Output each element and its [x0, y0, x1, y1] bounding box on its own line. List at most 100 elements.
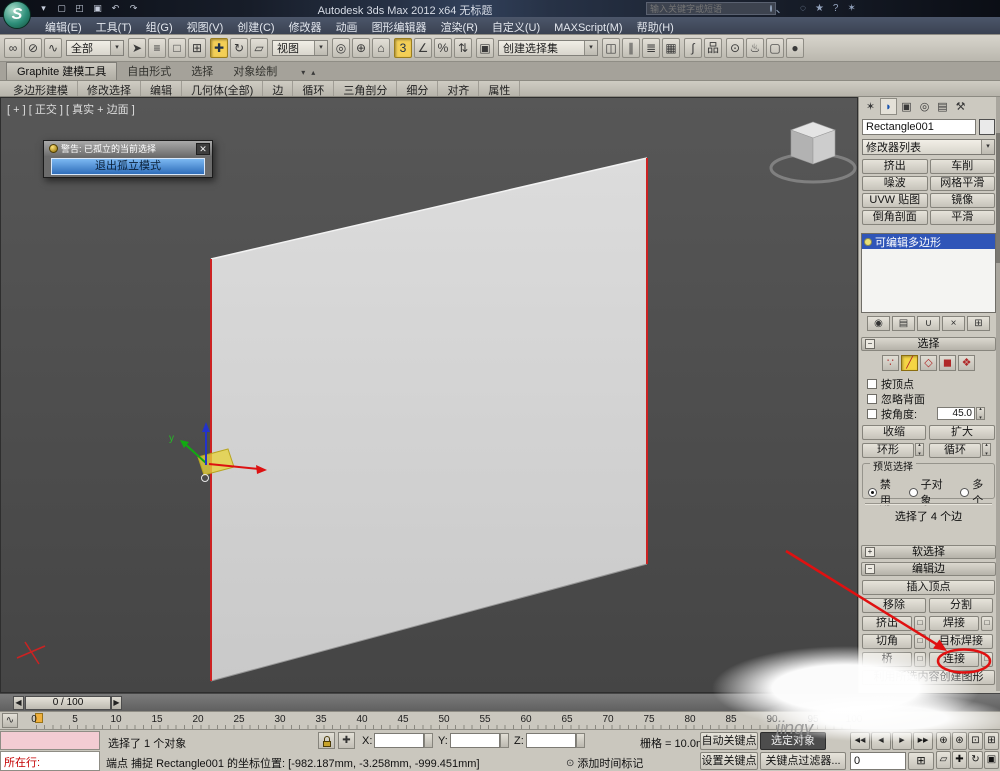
ribbon-panel-label[interactable]: 三角剖分	[334, 81, 397, 96]
key-filters-button[interactable]: 关键点过滤器...	[760, 752, 846, 770]
help-icon[interactable]: ?	[833, 2, 839, 15]
edit-edge-button[interactable]: 移除	[862, 598, 926, 613]
undo-icon[interactable]: ↶	[108, 2, 123, 15]
menu-item[interactable]: 创建(C)	[230, 17, 281, 34]
tab-motion[interactable]: ◎	[916, 98, 933, 115]
make-unique-icon[interactable]: ∪	[917, 316, 940, 331]
spinner-icon[interactable]	[500, 733, 509, 748]
spinner-snap-icon[interactable]: ⇅	[454, 38, 472, 58]
new-scene-icon[interactable]: ▢	[54, 2, 69, 15]
radio-icon[interactable]	[909, 488, 918, 497]
rendered-frame-window-icon[interactable]: ▢	[766, 38, 784, 58]
gizmo-y-axis[interactable]	[185, 444, 206, 463]
select-object-icon[interactable]: ➤	[128, 38, 146, 58]
select-and-manipulate-icon[interactable]: ⊕	[352, 38, 370, 58]
border-mode-icon[interactable]: ◇	[920, 355, 937, 371]
rollout-soft-selection[interactable]: + 软选择	[861, 545, 996, 559]
zoom-region-icon[interactable]: ▱	[936, 751, 951, 769]
coordinate-input[interactable]	[450, 733, 500, 748]
angle-snap-icon[interactable]: ∠	[414, 38, 432, 58]
edit-edge-button[interactable]: 桥	[862, 652, 912, 667]
menu-item[interactable]: 编辑(E)	[38, 17, 89, 34]
tab-utilities[interactable]: ⚒	[952, 98, 969, 115]
grow-button[interactable]: 扩大	[929, 425, 995, 440]
modifier-preset-button[interactable]: UVW 贴图	[862, 193, 928, 208]
ring-button[interactable]: 环形	[862, 443, 914, 458]
go-to-end-icon[interactable]: ▶▶	[913, 732, 933, 750]
mini-curve-editor-icon[interactable]: ∿	[2, 713, 18, 728]
coordinate-input[interactable]	[526, 733, 576, 748]
curve-editor-icon[interactable]: ∫	[684, 38, 702, 58]
rectangular-selection-region-icon[interactable]: □	[168, 38, 186, 58]
angle-value-field[interactable]: 45.0	[937, 407, 975, 420]
select-by-name-icon[interactable]: ≡	[148, 38, 166, 58]
select-and-move-icon[interactable]: ✚	[210, 38, 228, 58]
window-crossing-icon[interactable]: ⊞	[188, 38, 206, 58]
go-to-start-icon[interactable]: ◀◀	[850, 732, 870, 750]
spinner-icon[interactable]	[424, 733, 433, 748]
menu-item[interactable]: 图形编辑器	[365, 17, 434, 34]
dialog-title-bar[interactable]: 警告: 已孤立的当前选择 ✕	[44, 141, 212, 156]
time-configuration-icon[interactable]: ⊞	[908, 752, 934, 770]
chevron-down-icon[interactable]: ▾	[981, 140, 994, 154]
ribbon-panel-label[interactable]: 对齐	[438, 81, 479, 96]
checkbox-icon[interactable]	[867, 409, 877, 419]
redo-icon[interactable]: ↷	[126, 2, 141, 15]
settings-box-icon[interactable]: □	[914, 616, 926, 631]
loop-button[interactable]: 循环	[929, 443, 981, 458]
modifier-preset-button[interactable]: 挤出	[862, 159, 928, 174]
material-editor-icon[interactable]: ⊙	[726, 38, 744, 58]
search-input[interactable]	[647, 4, 770, 14]
lock-selection-icon[interactable]	[318, 732, 335, 749]
by-angle-option[interactable]: 按角度:	[867, 407, 917, 420]
chevron-down-icon[interactable]: ▾	[584, 41, 597, 55]
checkbox-icon[interactable]	[867, 394, 877, 404]
edit-edge-button[interactable]: 挤出	[862, 616, 912, 631]
ribbon-panel-label[interactable]: 循环	[293, 81, 334, 96]
favorites-icon[interactable]: ★	[815, 2, 824, 15]
edit-named-selection-sets-icon[interactable]: ▣	[476, 38, 494, 58]
absolute-mode-icon[interactable]: ✚	[338, 732, 355, 749]
tab-modify[interactable]: ◗	[880, 98, 897, 115]
menu-item[interactable]: 自定义(U)	[485, 17, 547, 34]
ribbon-options-icon[interactable]: ▴	[311, 68, 321, 77]
use-pivot-center-icon[interactable]: ◎	[332, 38, 350, 58]
collapse-icon[interactable]: −	[865, 564, 875, 574]
ignore-backfacing-option[interactable]: 忽略背面	[867, 392, 925, 405]
ribbon-tab[interactable]: 选择	[181, 63, 223, 81]
select-and-link-icon[interactable]: ∞	[4, 38, 22, 58]
spinner-icon[interactable]	[576, 733, 585, 748]
menu-item[interactable]: 组(G)	[139, 17, 180, 34]
maxscript-mini-listener[interactable]: 所在行:	[0, 751, 100, 771]
add-time-tag[interactable]: ⊙ 添加时间标记	[566, 755, 643, 771]
zoom-all-icon[interactable]: ⊛	[952, 732, 967, 750]
radio-icon[interactable]	[868, 488, 877, 497]
vertex-mode-icon[interactable]: ∵	[882, 355, 899, 371]
maxscript-macro-recorder[interactable]	[0, 731, 100, 750]
stack-item-editable-poly[interactable]: 可编辑多边形	[862, 234, 995, 249]
current-frame-field[interactable]: 0	[850, 752, 906, 770]
tab-display[interactable]: ▤	[934, 98, 951, 115]
menu-item[interactable]: 修改器	[282, 17, 329, 34]
previous-frame-arrow[interactable]: ◀	[13, 696, 24, 710]
menu-item[interactable]: 视图(V)	[180, 17, 231, 34]
select-and-scale-icon[interactable]: ▱	[250, 38, 268, 58]
edit-edge-button[interactable]: 目标焊接	[929, 634, 993, 649]
checkbox-icon[interactable]	[867, 379, 877, 389]
align-icon[interactable]: ∥	[622, 38, 640, 58]
settings-box-icon[interactable]: □	[914, 652, 926, 667]
modifier-list-dropdown[interactable]: 修改器列表 ▾	[862, 139, 995, 155]
by-vertex-option[interactable]: 按顶点	[867, 377, 914, 390]
orbit-icon[interactable]: ↻	[968, 751, 983, 769]
polygon-mode-icon[interactable]: ◼	[939, 355, 956, 371]
render-production-icon[interactable]: ●	[786, 38, 804, 58]
edit-edge-button[interactable]: 分割	[929, 598, 993, 613]
modifier-preset-button[interactable]: 镜像	[930, 193, 996, 208]
tab-hierarchy[interactable]: ▣	[898, 98, 915, 115]
pin-stack-icon[interactable]: ◉	[867, 316, 890, 331]
communication-center-icon[interactable]: ◌	[800, 2, 806, 15]
schematic-view-icon[interactable]: 品	[704, 38, 722, 58]
menu-item[interactable]: 工具(T)	[89, 17, 139, 34]
ribbon-panel-label[interactable]: 编辑	[141, 81, 182, 96]
unlink-selection-icon[interactable]: ⊘	[24, 38, 42, 58]
